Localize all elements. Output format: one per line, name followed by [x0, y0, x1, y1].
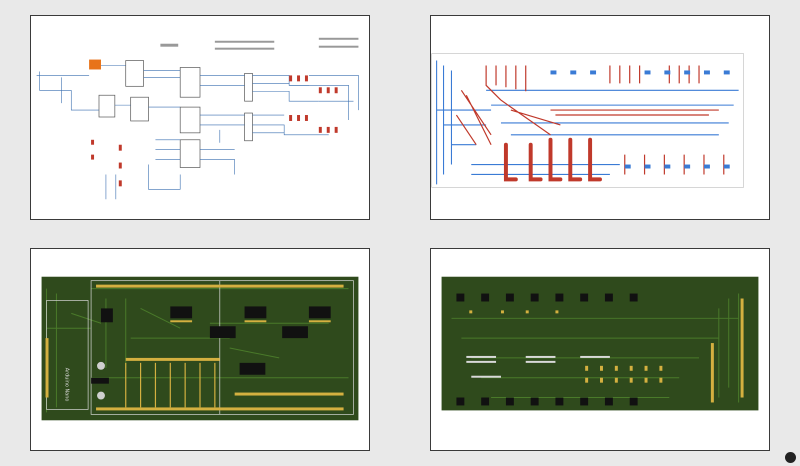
- schematic-view-panel[interactable]: [30, 15, 370, 220]
- schematic-drawing: [36, 37, 359, 200]
- silkscreen-label: Arduino Nano: [63, 368, 69, 402]
- pcb-bottom-board: [441, 276, 759, 411]
- pcb-top-board: Arduino Nano: [41, 276, 359, 421]
- pcb-layout-view-panel[interactable]: [430, 15, 770, 220]
- pcb-bottom-render-panel[interactable]: [430, 248, 770, 451]
- pcb-top-render-panel[interactable]: Arduino Nano: [30, 248, 370, 451]
- pcb-layout-drawing: [431, 53, 744, 188]
- chat-bubble-icon[interactable]: [785, 452, 796, 463]
